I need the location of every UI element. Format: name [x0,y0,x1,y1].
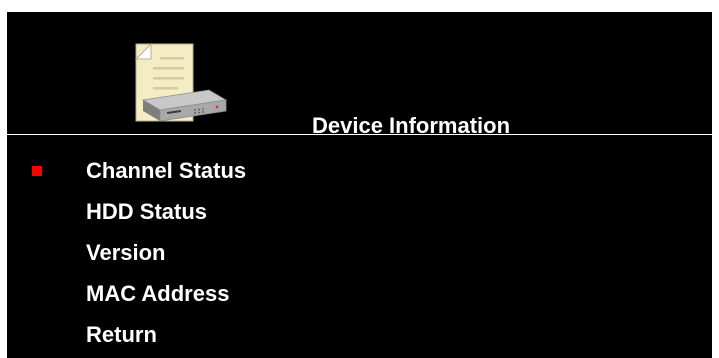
menu-item-hdd-status[interactable]: HDD Status [7,193,712,231]
menu-item-label: HDD Status [86,199,208,224]
osd-screen: Device Information Channel Status HDD St… [7,12,712,358]
device-info-icon [127,42,229,125]
header-divider [7,134,712,135]
page-title: Device Information [312,113,511,138]
menu-item-channel-status[interactable]: Channel Status [7,152,712,190]
menu-item-label: Channel Status [86,158,247,183]
menu-item-label: Return [86,322,157,347]
menu-item-label: MAC Address [86,281,230,306]
selection-cursor-icon [32,166,42,176]
menu-item-label: Version [86,240,166,265]
menu-item-version[interactable]: Version [7,234,712,272]
menu-item-mac-address[interactable]: MAC Address [7,275,712,313]
menu-item-return[interactable]: Return [7,316,712,354]
